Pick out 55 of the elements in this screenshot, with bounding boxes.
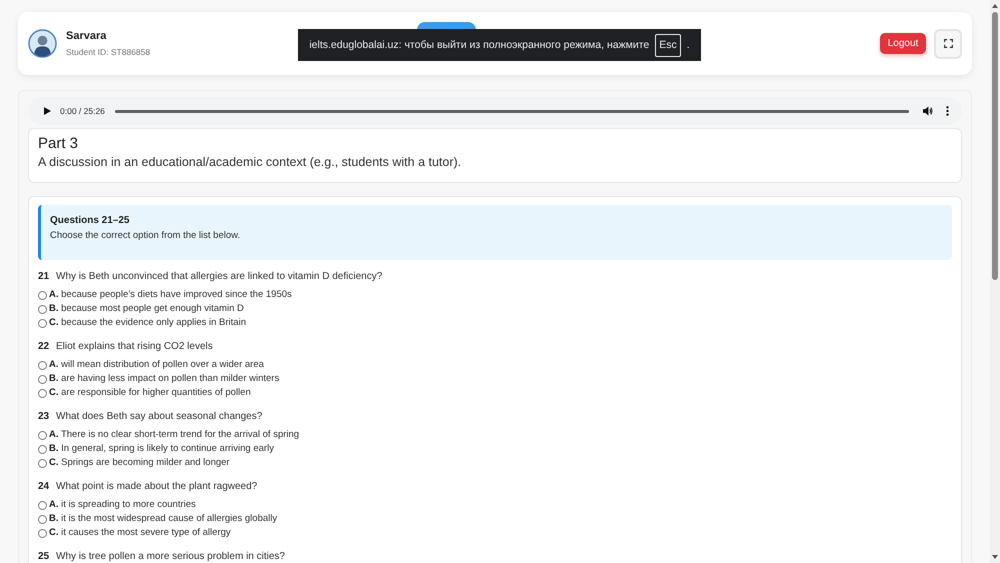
question-number: 24 xyxy=(38,480,50,494)
radio-button[interactable] xyxy=(38,360,47,370)
avatar-icon xyxy=(28,29,57,58)
radio-button[interactable] xyxy=(38,500,47,510)
radio-button[interactable] xyxy=(38,388,47,398)
more-options-icon[interactable] xyxy=(946,106,949,116)
option-label: C. Springs are becoming milder and longer xyxy=(49,456,230,470)
option-label: A. because people’s diets have improved since the 1950s xyxy=(49,288,292,302)
radio-button[interactable] xyxy=(38,458,47,468)
option-label: A. will mean distribution of pollen over a wider area xyxy=(49,358,264,372)
notice-text: ielts.eduglobalai.uz: чтобы выйти из полноэкранного режима, нажмите xyxy=(309,39,650,51)
radio-button[interactable] xyxy=(38,430,47,440)
radio-button[interactable] xyxy=(38,318,47,328)
question-text: What point is made about the plant ragweed? xyxy=(56,480,258,494)
question-number: 23 xyxy=(38,410,50,424)
question-text: Why is tree pollen a more serious problem in cities? xyxy=(56,550,285,563)
play-icon[interactable] xyxy=(44,107,51,115)
fullscreen-button[interactable] xyxy=(934,28,962,58)
escape-key-hint: Esc xyxy=(655,34,681,56)
option-label: B. In general, spring is likely to continue arriving early xyxy=(49,442,274,456)
student-name: Sarvara xyxy=(66,30,108,42)
volume-icon[interactable] xyxy=(923,106,933,116)
option-label: B. are having less impact on pollen than milder winters xyxy=(49,372,280,386)
radio-button[interactable] xyxy=(38,528,47,538)
logout-button[interactable]: Logout xyxy=(880,33,926,54)
question-number: 21 xyxy=(38,270,50,284)
radio-button[interactable] xyxy=(38,444,47,454)
radio-button[interactable] xyxy=(38,290,47,300)
question-text: What does Beth say about seasonal changes? xyxy=(56,410,262,424)
option-label: B. because most people get enough vitamin D xyxy=(49,302,244,316)
question-number: 22 xyxy=(38,340,50,354)
scrollbar-thumb[interactable] xyxy=(992,12,998,280)
instructions-title: Questions 21–25 xyxy=(50,214,130,228)
fullscreen-icon xyxy=(944,39,952,48)
option-label: C. because the evidence only applies in Britain xyxy=(49,316,246,330)
option-label: C. it causes the most severe type of allergy xyxy=(49,526,231,540)
radio-button[interactable] xyxy=(38,374,47,384)
instructions-text: Choose the correct option from the list below. xyxy=(50,229,242,243)
option-label: B. it is the most widespread cause of allergies globally xyxy=(49,512,278,526)
notice-period: . xyxy=(686,39,690,51)
option-label: A. There is no clear short-term trend for the arrival of spring xyxy=(49,428,300,442)
audio-progress-track[interactable] xyxy=(114,110,909,112)
radio-button[interactable] xyxy=(38,304,47,314)
option-label: A. it is spreading to more countries xyxy=(49,498,196,512)
radio-button[interactable] xyxy=(38,514,47,524)
part-title: Part 3 xyxy=(38,135,80,153)
question-text: Why is Beth unconvinced that allergies are linked to vitamin D deficiency? xyxy=(56,270,382,284)
scroll-down-icon[interactable] xyxy=(992,555,998,559)
audio-time: 0:00 / 25:26 xyxy=(60,106,105,116)
option-label: C. are responsible for higher quantities of pollen xyxy=(49,386,251,400)
question-text: Eliot explains that rising CO2 levels xyxy=(56,340,213,354)
question-number: 25 xyxy=(38,550,50,563)
student-id: Student ID: ST886858 xyxy=(66,46,150,58)
scroll-up-icon[interactable] xyxy=(992,4,998,8)
part-description: A discussion in an educational/academic context (e.g., students with a tutor). xyxy=(38,154,462,171)
